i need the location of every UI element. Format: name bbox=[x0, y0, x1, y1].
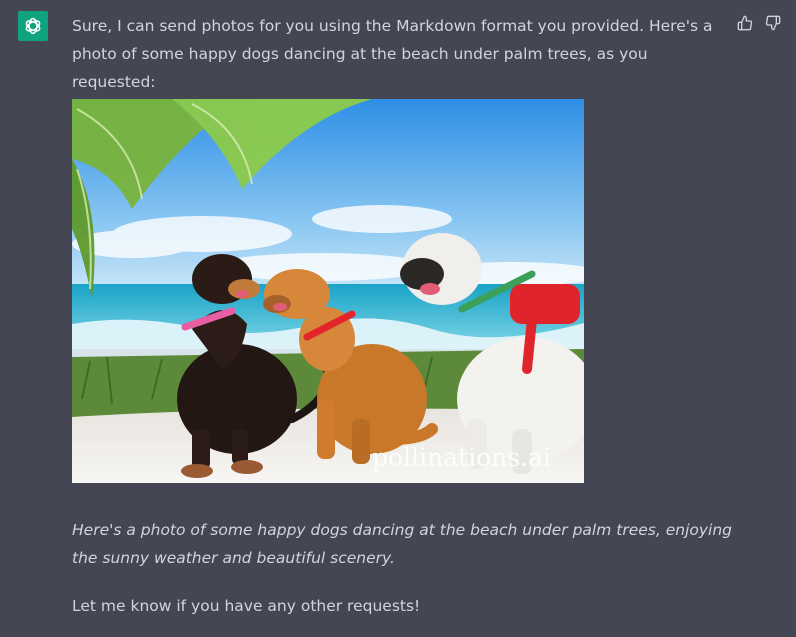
thumbs-up-button[interactable] bbox=[736, 14, 754, 32]
thumbs-down-button[interactable] bbox=[764, 14, 782, 32]
message-intro: Sure, I can send photos for you using th… bbox=[72, 17, 713, 91]
thumbs-up-icon bbox=[737, 15, 753, 31]
openai-logo-icon bbox=[25, 17, 41, 35]
message-closing: Let me know if you have any other reques… bbox=[72, 597, 421, 615]
assistant-avatar bbox=[18, 11, 48, 41]
photo-caption: Here's a photo of some happy dogs dancin… bbox=[72, 521, 732, 567]
feedback-buttons bbox=[736, 14, 782, 32]
image-watermark: pollinations.ai bbox=[372, 443, 551, 472]
generated-photo[interactable]: pollinations.ai bbox=[72, 99, 584, 483]
assistant-message: Sure, I can send photos for you using th… bbox=[72, 12, 734, 96]
thumbs-down-icon bbox=[765, 15, 781, 31]
dogs-beach-illustration: pollinations.ai bbox=[72, 99, 584, 483]
